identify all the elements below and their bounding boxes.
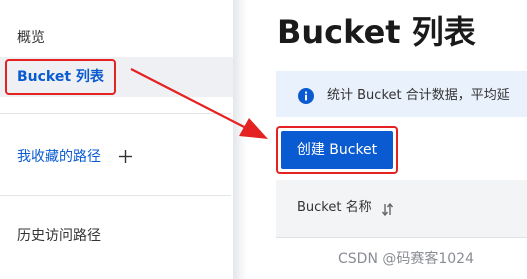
sidebar-item-label: 概览 — [17, 30, 45, 46]
sidebar-item-label: 历史访问路径 — [17, 228, 101, 244]
sidebar-item-history-paths[interactable]: 历史访问路径 — [0, 225, 233, 249]
sidebar-edge-shadow — [233, 0, 247, 279]
info-icon — [298, 88, 314, 104]
sort-icon[interactable] — [381, 203, 394, 216]
sidebar-item-label: 我收藏的路径 — [17, 149, 101, 165]
watermark: CSDN @码赛客1024 — [338, 251, 474, 267]
sidebar-item-overview[interactable]: 概览 — [0, 27, 233, 49]
sidebar-item-favorite-paths[interactable]: 我收藏的路径 — [0, 145, 233, 169]
create-bucket-button[interactable]: 创建 Bucket — [281, 131, 393, 169]
sidebar-item-label: Bucket 列表 — [17, 69, 104, 85]
sidebar-divider — [0, 113, 231, 114]
info-banner-text: 统计 Bucket 合计数据，平均延 — [327, 88, 510, 103]
sidebar-divider — [0, 195, 231, 196]
column-header-bucket-name[interactable]: Bucket 名称 — [297, 199, 372, 217]
annotation-highlight-box: 创建 Bucket — [276, 126, 398, 174]
sidebar: 概览 Bucket 列表 我收藏的路径 历史访问路径 — [0, 0, 233, 279]
info-banner: 统计 Bucket 合计数据，平均延 — [276, 71, 527, 117]
table-header: Bucket 名称 — [276, 180, 527, 238]
plus-icon[interactable] — [118, 149, 133, 164]
page-title: Bucket 列表 — [277, 13, 476, 51]
sidebar-item-bucket-list[interactable]: Bucket 列表 — [0, 57, 233, 97]
